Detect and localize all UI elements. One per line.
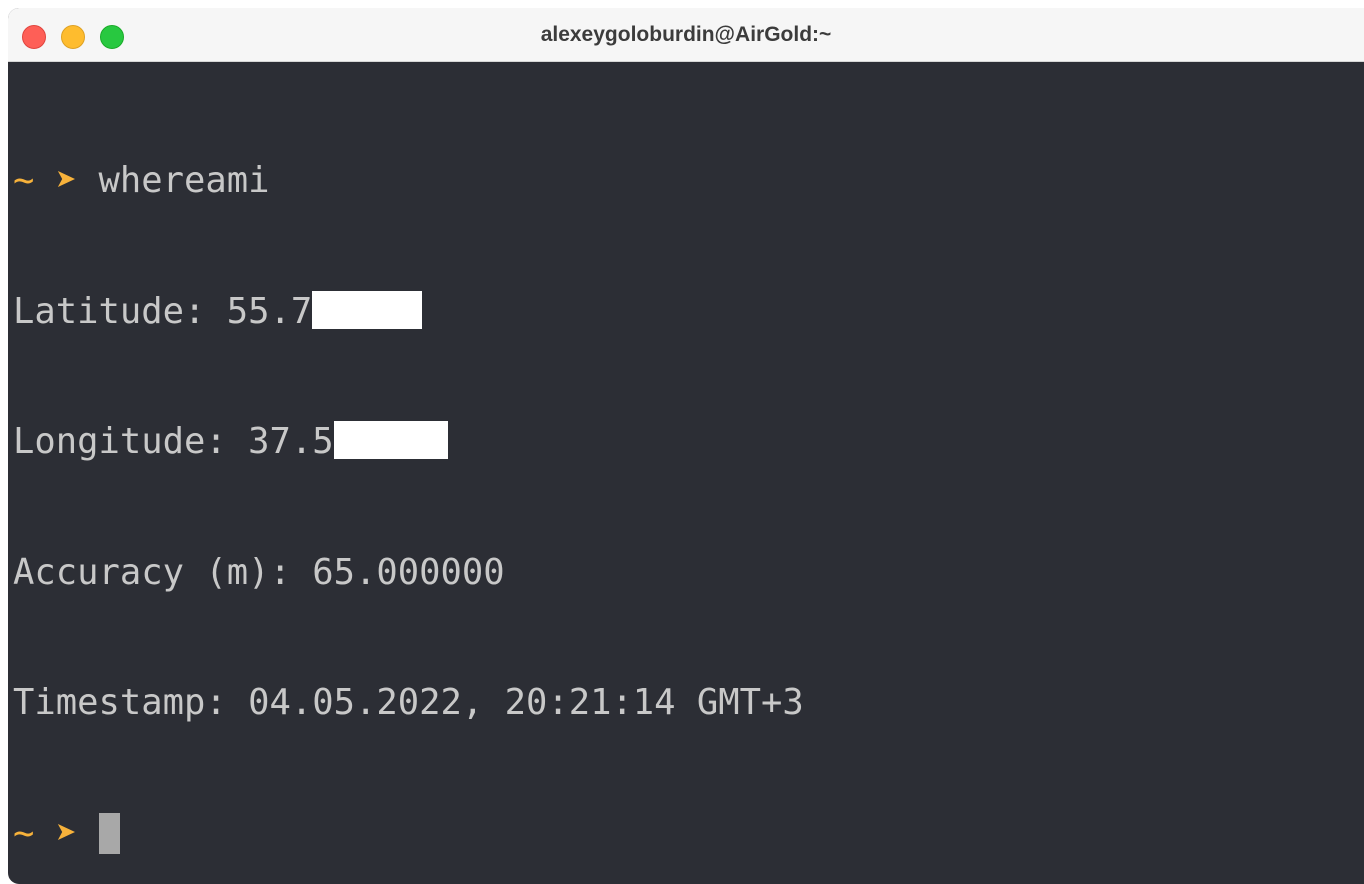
title-bar[interactable]: alexeygoloburdin@AirGold:~ <box>8 8 1364 62</box>
input-line[interactable]: ~ ➤ <box>13 812 1364 856</box>
accuracy-line: Accuracy (m): 65.000000 <box>13 551 505 593</box>
latitude-line: Latitude: 55.7 <box>13 290 1364 334</box>
longitude-value: 37.5 <box>248 421 334 462</box>
prompt-icon: ~ ➤ <box>13 160 99 201</box>
longitude-line: Longitude: 37.5 <box>13 420 1364 464</box>
prompt-icon: ~ ➤ <box>13 812 99 854</box>
latitude-value: 55.7 <box>226 290 313 332</box>
longitude-label: Longitude: <box>13 421 249 462</box>
terminal-window: alexeygoloburdin@AirGold:~ ~ ➤ whereami … <box>8 8 1364 884</box>
window-title: alexeygoloburdin@AirGold:~ <box>540 23 832 46</box>
terminal-output[interactable]: ~ ➤ whereami Latitude: 55.7 Longitude: 3… <box>8 64 1364 884</box>
redaction-box <box>312 290 423 329</box>
timestamp-line: Timestamp: 04.05.2022, 20:21:14 GMT+3 <box>13 682 804 723</box>
redaction-box <box>333 421 448 459</box>
command-text: whereami <box>98 160 270 201</box>
latitude-label: Latitude: <box>13 290 227 332</box>
command-line: ~ ➤ whereami <box>13 159 1364 203</box>
text-cursor <box>98 812 120 854</box>
